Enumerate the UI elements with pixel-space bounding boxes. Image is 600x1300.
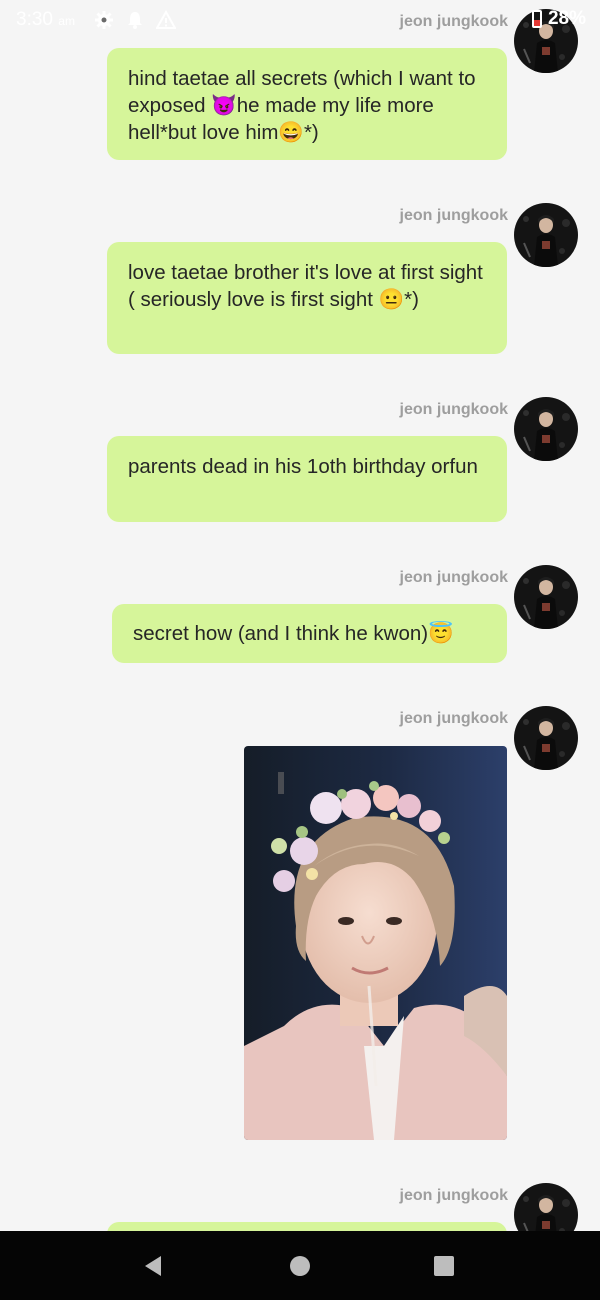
status-time-value: 3:30 — [16, 9, 53, 30]
message-bubble[interactable]: hind taetae all secrets (which I want to… — [107, 48, 507, 160]
sender-name: jeon jungkook — [399, 569, 508, 586]
battery-icon — [531, 10, 542, 28]
message-photo[interactable] — [244, 746, 507, 1140]
warning-icon — [156, 10, 176, 29]
sender-name: jeon jungkook — [399, 401, 508, 418]
avatar[interactable] — [514, 397, 578, 461]
sender-name: jeon jungkook — [399, 710, 508, 727]
battery-level: 28% — [547, 8, 586, 29]
message-bubble[interactable]: love taetae brother it's love at first s… — [107, 242, 507, 354]
home-icon[interactable] — [287, 1253, 313, 1279]
gear-icon — [95, 11, 113, 29]
sender-name: jeon jungkook — [399, 1187, 508, 1204]
recents-icon[interactable] — [431, 1253, 457, 1279]
message-bubble[interactable]: secret how (and I think he kwon)😇 — [112, 604, 507, 663]
avatar[interactable] — [514, 203, 578, 267]
message-bubble[interactable]: parents dead in his 1oth birthday orfun — [107, 436, 507, 522]
bell-icon — [128, 12, 142, 29]
back-icon[interactable] — [140, 1253, 166, 1279]
status-bar: 3:30 am 28% — [0, 0, 600, 44]
avatar[interactable] — [514, 565, 578, 629]
navigation-bar — [0, 1231, 600, 1300]
sender-name: jeon jungkook — [399, 207, 508, 224]
status-time-suffix: am — [58, 14, 75, 28]
status-time: 3:30 am — [16, 9, 75, 31]
status-right: 28% — [531, 8, 586, 30]
avatar[interactable] — [514, 706, 578, 770]
